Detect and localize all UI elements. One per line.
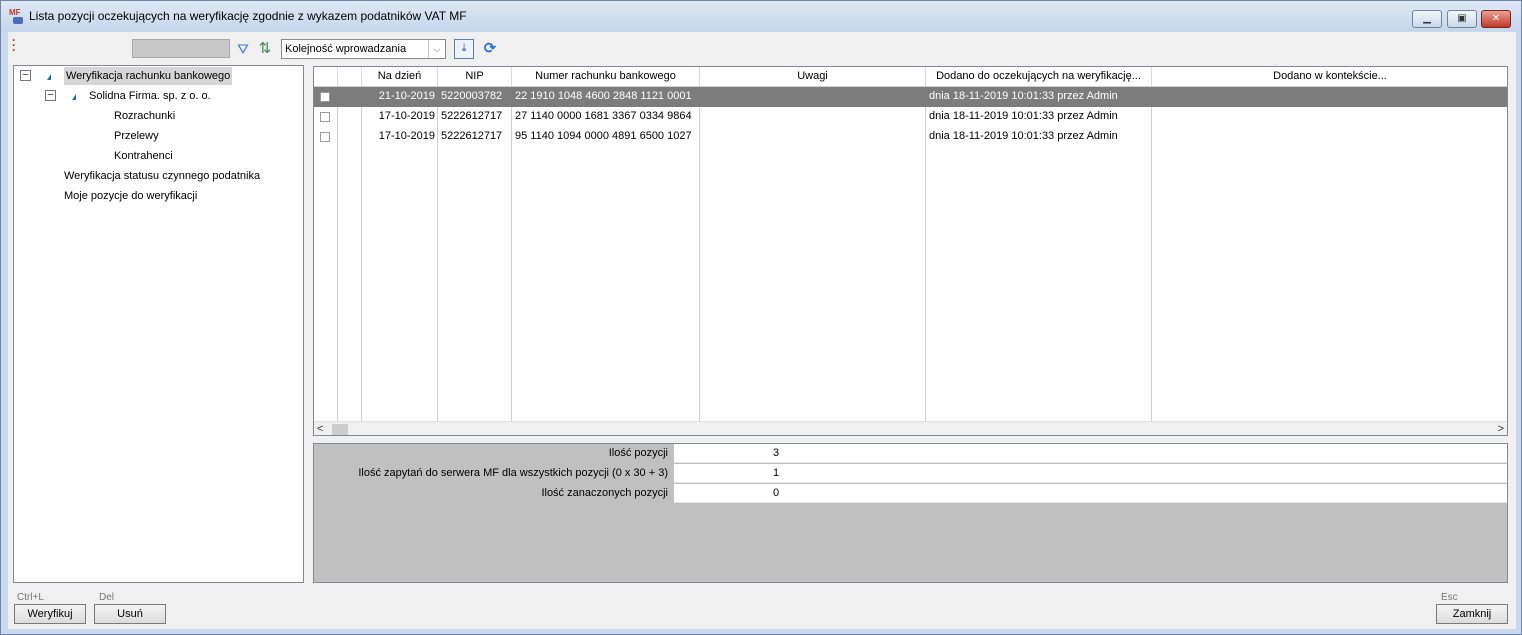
summary-row: Ilość pozycji 3 [314, 444, 1507, 464]
summary-label: Ilość zanaczonych pozycji [541, 487, 668, 499]
sort-order-value: Kolejność wprowadzania [285, 43, 407, 55]
close-shortcut: Esc [1441, 592, 1458, 603]
cell-context [1155, 107, 1505, 127]
table-row[interactable]: 21-10-2019 5220003782 22 1910 1048 4600 … [314, 87, 1507, 107]
summary-value: 1 [674, 464, 1507, 483]
app-window: MF Lista pozycji oczekujących na weryfik… [0, 0, 1522, 635]
cell-notes [703, 107, 925, 127]
verify-button[interactable]: Weryfikuj [14, 604, 86, 624]
cell-added: dnia 18-11-2019 10:01:33 przez Admin [929, 110, 1118, 122]
export-icon[interactable]: ⤓ [454, 39, 474, 59]
toolbar: · · · ⛛ ⇅ Kolejność wprowadzania ⌵ ⤓ ⟳ [8, 32, 1516, 62]
expanded-triangle-icon [47, 74, 51, 80]
cell-nip: 5222612717 [441, 110, 503, 122]
cell-account: 22 1910 1048 4600 2848 1121 0001 [515, 90, 692, 102]
column-header-notes[interactable]: Uwagi [700, 67, 926, 87]
minimize-button[interactable]: ▁ [1412, 10, 1442, 28]
row-checkbox[interactable] [320, 132, 330, 142]
row-checkbox[interactable] [320, 92, 330, 102]
column-header-check[interactable] [314, 67, 338, 87]
tree-item-label: Przelewy [114, 130, 159, 142]
cell-added: dnia 18-11-2019 10:01:33 przez Admin [929, 90, 1118, 102]
cell-notes [703, 127, 925, 147]
cell-nip: 5220003782 [441, 90, 503, 102]
cell-added: dnia 18-11-2019 10:01:33 przez Admin [929, 130, 1118, 142]
close-window-button[interactable]: ✕ [1481, 10, 1511, 28]
app-icon-text: MF [9, 8, 21, 17]
table-row[interactable]: 17-10-2019 5222612717 27 1140 0000 1681 … [314, 107, 1507, 127]
close-button[interactable]: Zamknij [1436, 604, 1508, 624]
collapse-icon[interactable]: − [20, 70, 31, 81]
tree-item-label: Rozrachunki [114, 110, 176, 122]
summary-label: Ilość pozycji [608, 447, 668, 459]
scroll-left-icon[interactable]: < [317, 422, 323, 435]
tree-item-label: Weryfikacja rachunku bankowego [64, 67, 233, 85]
title-bar[interactable]: MF Lista pozycji oczekujących na weryfik… [1, 1, 1521, 31]
table-row[interactable]: 17-10-2019 5222612717 95 1140 1094 0000 … [314, 127, 1507, 147]
summary-value: 3 [674, 444, 1507, 463]
expanded-triangle-icon [72, 94, 76, 100]
cell-context [1155, 127, 1505, 147]
items-grid[interactable]: Na dzień NIP Numer rachunku bankowego Uw… [313, 66, 1508, 436]
column-header-date[interactable]: Na dzień [362, 67, 438, 87]
summary-row: Ilość zapytań do serwera MF dla wszystki… [314, 464, 1507, 484]
tree-item-label: Solidna Firma. sp. z o. o. [89, 90, 211, 102]
scroll-right-icon[interactable]: > [1498, 422, 1504, 435]
toolbar-grip-icon[interactable]: · · · [12, 34, 16, 56]
cell-account: 95 1140 1094 0000 4891 6500 1027 [515, 130, 692, 142]
grid-header: Na dzień NIP Numer rachunku bankowego Uw… [314, 67, 1507, 87]
cell-notes [703, 87, 925, 107]
cell-context [1155, 87, 1505, 107]
verify-shortcut: Ctrl+L [17, 592, 44, 603]
column-header-indicator[interactable] [338, 67, 362, 87]
row-checkbox[interactable] [320, 112, 330, 122]
summary-value: 0 [674, 484, 1507, 503]
cell-date: 21-10-2019 [378, 90, 435, 102]
refresh-icon[interactable]: ⟳ [481, 40, 499, 58]
cell-nip: 5222612717 [441, 130, 503, 142]
column-header-added[interactable]: Dodano do oczekujących na weryfikację... [926, 67, 1152, 87]
chevron-down-icon[interactable]: ⌵ [428, 40, 445, 58]
column-header-nip[interactable]: NIP [438, 67, 512, 87]
sort-icon[interactable]: ⇅ [256, 40, 274, 58]
tree-view[interactable]: − Weryfikacja rachunku bankowego − Solid… [13, 65, 304, 583]
cell-account: 27 1140 0000 1681 3367 0334 9864 [515, 110, 692, 122]
delete-shortcut: Del [99, 592, 115, 603]
column-header-context[interactable]: Dodano w kontekście... [1152, 67, 1507, 87]
client-area: · · · ⛛ ⇅ Kolejność wprowadzania ⌵ ⤓ ⟳ − W… [8, 32, 1516, 629]
tree-item-label: Weryfikacja statusu czynnego podatnika [64, 170, 261, 182]
summary-panel: Ilość pozycji 3 Ilość zapytań do serwera… [313, 443, 1508, 583]
search-input[interactable] [132, 39, 230, 58]
tree-item-settlements[interactable]: Rozrachunki [114, 107, 175, 125]
scroll-thumb[interactable] [332, 424, 348, 435]
filter-icon[interactable]: ⛛ [234, 40, 252, 58]
summary-label: Ilość zapytań do serwera MF dla wszystki… [358, 467, 668, 479]
tree-item-contractors[interactable]: Kontrahenci [114, 147, 173, 165]
tree-item-label: Moje pozycje do weryfikacji [64, 190, 198, 202]
horizontal-scrollbar[interactable]: < > [314, 421, 1507, 435]
cell-date: 17-10-2019 [378, 130, 435, 142]
window-title: Lista pozycji oczekujących na weryfikacj… [29, 9, 467, 23]
delete-button[interactable]: Usuń [94, 604, 166, 624]
mf-app-icon: MF [9, 9, 25, 25]
tree-item-transfers[interactable]: Przelewy [114, 127, 159, 145]
sort-order-select[interactable]: Kolejność wprowadzania ⌵ [281, 39, 446, 59]
tree-item-verify-taxpayer[interactable]: Weryfikacja statusu czynnego podatnika [64, 167, 260, 185]
column-header-account[interactable]: Numer rachunku bankowego [512, 67, 700, 87]
summary-row: Ilość zanaczonych pozycji 0 [314, 484, 1507, 504]
tree-item-my-items[interactable]: Moje pozycje do weryfikacji [64, 187, 197, 205]
collapse-icon[interactable]: − [45, 90, 56, 101]
cell-date: 17-10-2019 [378, 110, 435, 122]
tree-item-label: Kontrahenci [114, 150, 173, 162]
maximize-button[interactable]: ▣ [1447, 10, 1477, 28]
